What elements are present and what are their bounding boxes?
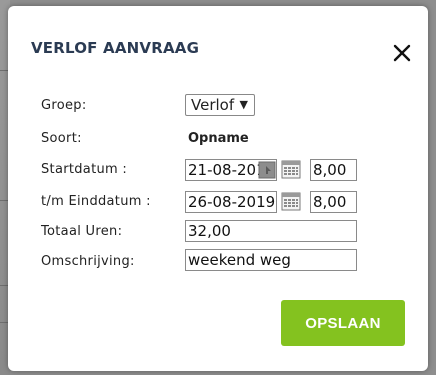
groep-label: Groep: (41, 98, 87, 113)
startdatum-calendar-icon[interactable] (281, 159, 301, 179)
clear-date-icon[interactable] (258, 161, 276, 179)
dropdown-arrow-icon: ▼ (239, 98, 248, 111)
soort-label: Soort: (41, 131, 82, 146)
einddatum-hours-input[interactable]: 8,00 (310, 191, 357, 213)
leave-request-dialog: VERLOF AANVRAAG Groep: Verlof ▼ Soort: O… (8, 6, 428, 371)
save-button[interactable]: OPSLAAN (281, 300, 405, 346)
omschrijving-label: Omschrijving: (41, 254, 135, 269)
close-button[interactable] (390, 41, 414, 65)
startdatum-label: Startdatum : (41, 162, 128, 177)
groep-selected-value: Verlof (191, 96, 235, 114)
soort-value: Opname (188, 131, 249, 146)
einddatum-input[interactable]: 26-08-2019 (185, 191, 277, 213)
groep-select[interactable]: Verlof ▼ (185, 94, 255, 116)
totaal-uren-input[interactable]: 32,00 (185, 220, 357, 242)
close-icon (393, 44, 411, 62)
omschrijving-input[interactable]: weekend weg (185, 249, 357, 271)
einddatum-calendar-icon[interactable] (281, 191, 301, 211)
einddatum-label: t/m Einddatum : (41, 194, 151, 209)
totaal-uren-label: Totaal Uren: (41, 224, 123, 239)
dialog-title: VERLOF AANVRAAG (31, 39, 200, 57)
startdatum-hours-input[interactable]: 8,00 (310, 159, 357, 181)
